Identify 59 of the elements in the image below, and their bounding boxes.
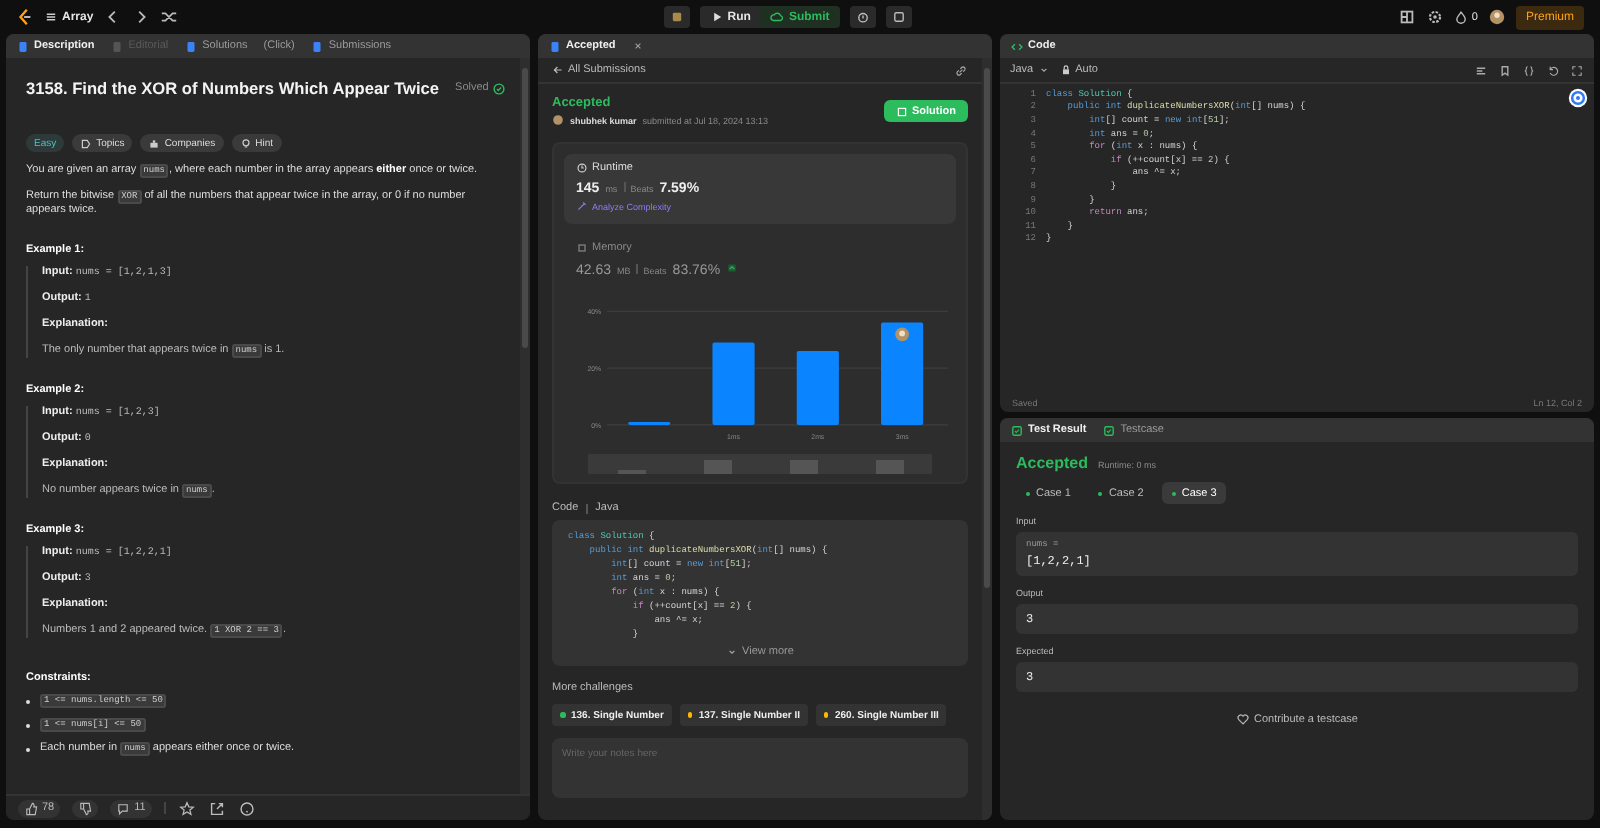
debug-button[interactable]	[663, 6, 690, 28]
cloud-icon	[770, 10, 785, 24]
square-icon	[896, 105, 908, 117]
code-icon	[1010, 39, 1024, 53]
document-icon	[16, 39, 30, 53]
bar[interactable]	[881, 322, 924, 425]
star-icon[interactable]	[177, 799, 196, 817]
thumbs-up-icon	[24, 801, 38, 815]
play-icon	[709, 10, 724, 24]
square-icon	[669, 10, 684, 24]
bar[interactable]	[796, 351, 839, 425]
assistant-icon[interactable]	[1568, 88, 1588, 108]
document-icon	[184, 39, 199, 53]
document-icon	[110, 39, 125, 53]
expand-icon[interactable]	[1570, 63, 1584, 77]
timer-button[interactable]	[849, 6, 876, 28]
shuffle-icon[interactable]	[159, 8, 178, 26]
scrollbar[interactable]	[982, 58, 992, 820]
format-icon[interactable]	[1474, 63, 1488, 77]
list-icon	[44, 10, 58, 24]
building-icon	[148, 137, 161, 149]
back-arrow-icon	[552, 64, 564, 76]
problem-title: 3158. Find the XOR of Numbers Which Appear Twice	[26, 78, 440, 98]
lightbulb-icon	[239, 137, 252, 149]
logo-icon[interactable]	[16, 8, 34, 26]
thumbs-down-icon	[78, 801, 93, 815]
chevron-down-icon	[1037, 64, 1050, 76]
document-icon	[310, 39, 325, 53]
document-icon	[548, 39, 562, 53]
lock-icon	[1059, 64, 1072, 76]
share-icon[interactable]	[207, 799, 226, 817]
scrollbar[interactable]	[520, 58, 530, 794]
avatar	[895, 327, 909, 342]
checkbox-icon	[1102, 423, 1117, 437]
avatar	[552, 114, 564, 126]
verdict-text: Accepted	[1016, 454, 1089, 472]
bookmark-icon[interactable]	[1498, 63, 1512, 77]
wand-icon	[576, 200, 588, 212]
close-icon[interactable]	[631, 40, 644, 52]
chip-icon	[576, 242, 588, 254]
chevron-down-icon	[726, 646, 739, 658]
timer-icon	[855, 10, 870, 24]
trend-icon	[726, 262, 739, 274]
braces-icon[interactable]	[1522, 63, 1536, 77]
link-icon[interactable]	[954, 63, 968, 77]
settings-icon[interactable]	[1425, 8, 1444, 26]
reset-icon[interactable]	[1546, 63, 1560, 77]
note-icon	[891, 10, 906, 24]
tag-icon	[80, 137, 93, 149]
notes-button[interactable]	[885, 6, 912, 28]
check-circle-icon	[492, 81, 507, 95]
help-icon[interactable]	[237, 799, 256, 817]
comment-icon	[116, 801, 131, 815]
layout-icon[interactable]	[1397, 8, 1416, 26]
checkbox-icon	[1010, 423, 1024, 437]
heart-icon	[1236, 712, 1250, 726]
clock-icon	[576, 162, 588, 174]
avatar[interactable]	[1487, 8, 1506, 26]
dislike-button[interactable]	[72, 799, 99, 817]
